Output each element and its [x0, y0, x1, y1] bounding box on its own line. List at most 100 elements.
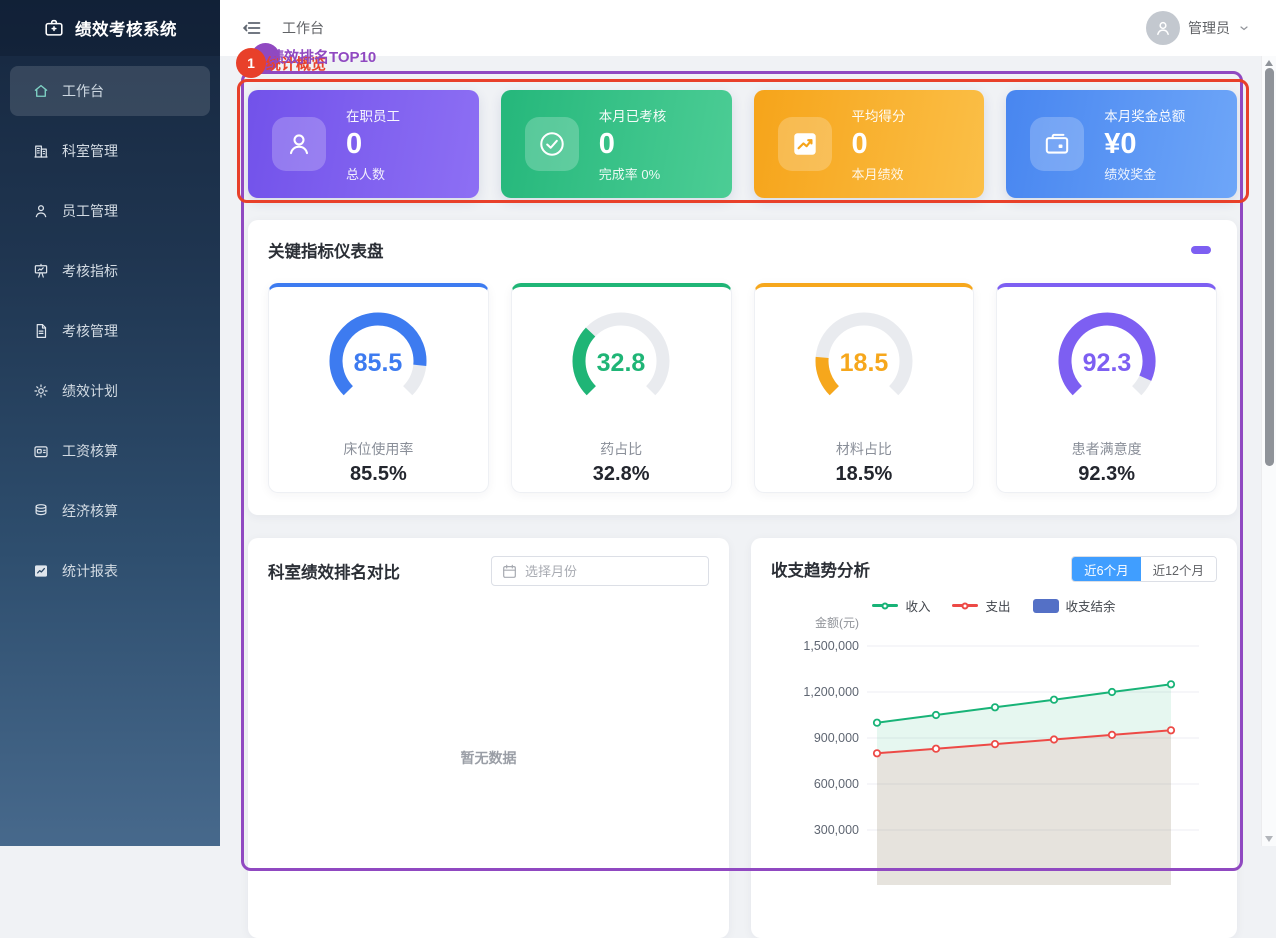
section-title-ranking: 科室绩效排名对比 — [268, 559, 400, 583]
trend-chart: 金额(元)1,500,0001,200,000900,000600,000300… — [771, 615, 1217, 885]
scroll-up-arrow-icon[interactable] — [1265, 60, 1273, 66]
y-axis-name: 金额(元) — [815, 615, 859, 630]
header-accent-pill — [1191, 246, 1211, 254]
kpi-gauges-panel: 关键指标仪表盘 85.5 床位使用率 85.5% 32.8 药占比 32.8% … — [248, 220, 1237, 515]
line-swatch-icon — [952, 604, 978, 607]
y-tick-label: 900,000 — [814, 731, 859, 745]
document-icon — [32, 322, 50, 340]
section-title-gauges: 关键指标仪表盘 — [268, 238, 384, 262]
gauge-label: 患者满意度 — [1072, 439, 1142, 459]
gauge-percent: 85.5% — [350, 463, 407, 486]
stat-subtitle: 绩效奖金 — [1104, 164, 1185, 183]
medical-kit-icon — [43, 17, 65, 39]
scroll-down-arrow-icon[interactable] — [1265, 836, 1273, 842]
sidebar-item-employees[interactable]: 员工管理 — [10, 186, 210, 236]
data-point — [933, 746, 939, 752]
stat-title: 本月奖金总额 — [1104, 105, 1185, 125]
data-point — [874, 720, 880, 726]
gear-icon — [32, 382, 50, 400]
sidebar-item-label: 工作台 — [62, 81, 104, 101]
gauge-card-bed-usage: 85.5 床位使用率 85.5% — [268, 283, 489, 493]
gauge-arc: 85.5 — [313, 301, 443, 405]
legend-income[interactable]: 收入 — [872, 596, 930, 615]
user-name: 管理员 — [1188, 18, 1230, 38]
legend-expense[interactable]: 支出 — [952, 596, 1010, 615]
user-icon — [272, 117, 326, 171]
app-logo: 绩效考核系统 — [0, 0, 220, 56]
sidebar-item-reports[interactable]: 统计报表 — [10, 546, 210, 596]
chevron-down-icon — [1238, 22, 1250, 34]
sidebar-item-departments[interactable]: 科室管理 — [10, 126, 210, 176]
y-tick-label: 1,500,000 — [803, 639, 859, 653]
chart-legend: 收入 支出 收支结余 — [771, 596, 1217, 615]
legend-label: 收入 — [905, 596, 930, 615]
empty-data-text: 暂无数据 — [248, 748, 729, 768]
user-menu[interactable]: 管理员 — [1146, 0, 1250, 56]
data-point — [1051, 736, 1057, 742]
sidebar-item-label: 工资核算 — [62, 441, 118, 461]
stats-overview-row: 在职员工 0 总人数 本月已考核 0 完成率 0% — [248, 90, 1237, 198]
line-swatch-icon — [872, 604, 898, 607]
sidebar-item-assessments[interactable]: 考核管理 — [10, 306, 210, 356]
topbar: 工作台 管理员 — [220, 0, 1276, 56]
stat-subtitle: 完成率 0% — [599, 164, 667, 183]
report-chart-icon — [32, 562, 50, 580]
stat-value: 0 — [346, 128, 400, 161]
svg-text:92.3: 92.3 — [1082, 349, 1131, 377]
gauge-grid: 85.5 床位使用率 85.5% 32.8 药占比 32.8% 18.5 材料占… — [268, 283, 1217, 493]
sidebar-item-label: 科室管理 — [62, 141, 118, 161]
sidebar-item-workbench[interactable]: 工作台 — [10, 66, 210, 116]
person-icon — [32, 202, 50, 220]
y-tick-label: 600,000 — [814, 777, 859, 791]
data-point — [1109, 732, 1115, 738]
gauge-percent: 92.3% — [1078, 463, 1135, 486]
gauge-arc: 18.5 — [799, 301, 929, 405]
sidebar-item-label: 员工管理 — [62, 201, 118, 221]
wallet-icon — [1030, 117, 1084, 171]
range-button-6months[interactable]: 近6个月 — [1072, 557, 1140, 581]
data-point — [1168, 727, 1174, 733]
salary-card-icon — [32, 442, 50, 460]
legend-balance[interactable]: 收支结余 — [1033, 596, 1116, 615]
month-picker[interactable] — [491, 556, 709, 586]
stat-card-average-score: 平均得分 0 本月绩效 — [754, 90, 985, 198]
stat-value: 0 — [852, 128, 906, 161]
avatar-icon — [1146, 11, 1180, 45]
sidebar-item-performance-plan[interactable]: 绩效计划 — [10, 366, 210, 416]
sidebar-item-indicators[interactable]: 考核指标 — [10, 246, 210, 296]
bottom-row: 科室绩效排名对比 暂无数据 收支趋势分析 近6个月 近12个月 — [248, 538, 1237, 938]
series-area-1 — [877, 730, 1171, 885]
home-icon — [32, 82, 50, 100]
legend-label: 支出 — [985, 596, 1010, 615]
month-picker-input[interactable] — [525, 564, 701, 579]
sidebar-item-label: 统计报表 — [62, 561, 118, 581]
breadcrumb: 工作台 — [282, 18, 324, 38]
easel-board-icon — [32, 262, 50, 280]
stat-card-assessed: 本月已考核 0 完成率 0% — [501, 90, 732, 198]
data-point — [992, 704, 998, 710]
sidebar-item-salary[interactable]: 工资核算 — [10, 426, 210, 476]
stat-card-employees: 在职员工 0 总人数 — [248, 90, 479, 198]
sidebar: 绩效考核系统 工作台 科室管理 员工管理 考核指标 考核管理 绩效计划 工资 — [0, 0, 220, 846]
stat-value: 0 — [599, 128, 667, 161]
fold-sidebar-icon[interactable] — [242, 18, 262, 38]
data-point — [1051, 697, 1057, 703]
data-point — [933, 712, 939, 718]
income-expense-trend-panel: 收支趋势分析 近6个月 近12个月 收入 支出 — [751, 538, 1237, 938]
range-toggle-group: 近6个月 近12个月 — [1071, 556, 1217, 582]
sidebar-item-economic[interactable]: 经济核算 — [10, 486, 210, 536]
gauge-card-drug-ratio: 32.8 药占比 32.8% — [511, 283, 732, 493]
sidebar-item-label: 考核指标 — [62, 261, 118, 281]
legend-label: 收支结余 — [1066, 596, 1116, 615]
gauge-arc: 32.8 — [556, 301, 686, 405]
y-tick-label: 300,000 — [814, 823, 859, 837]
calendar-icon — [502, 564, 517, 579]
department-ranking-panel: 科室绩效排名对比 暂无数据 — [248, 538, 729, 938]
app-title: 绩效考核系统 — [75, 16, 177, 40]
data-point — [992, 741, 998, 747]
range-button-12months[interactable]: 近12个月 — [1141, 557, 1216, 581]
stat-title: 本月已考核 — [599, 105, 667, 125]
scrollbar-thumb[interactable] — [1265, 68, 1274, 466]
svg-text:18.5: 18.5 — [840, 349, 889, 377]
gauge-label: 材料占比 — [836, 439, 892, 459]
